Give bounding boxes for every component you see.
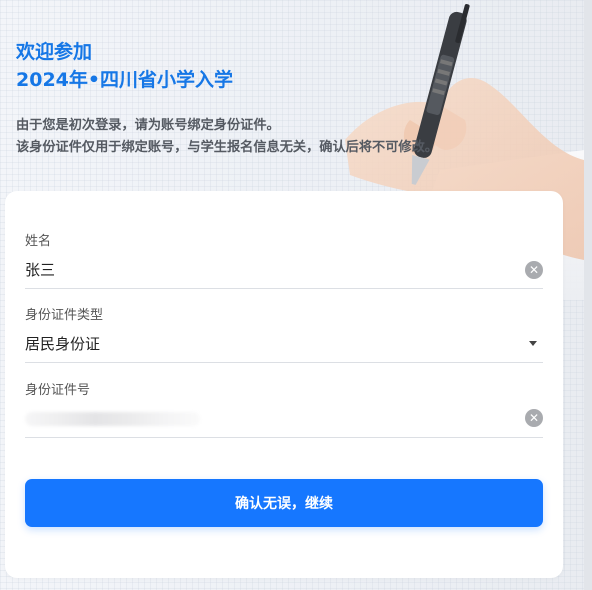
- intro-text: 由于您是初次登录，请为账号绑定身份证件。 该身份证件仅用于绑定账号，与学生报名信…: [16, 115, 438, 159]
- caret-down-icon[interactable]: [529, 341, 537, 346]
- intro-line-1: 由于您是初次登录，请为账号绑定身份证件。: [16, 118, 280, 133]
- id-type-value[interactable]: 居民身份证: [25, 334, 100, 354]
- title-line-2: 2024年•四川省小学入学: [16, 69, 234, 91]
- binding-form-card: 姓名 张三 ✕ 身份证件类型 居民身份证 身份证件号 ✕ 确认无误，继续: [5, 191, 563, 578]
- name-input[interactable]: 张三: [25, 260, 55, 280]
- clear-icon[interactable]: ✕: [525, 261, 543, 279]
- page-title: 欢迎参加 2024年•四川省小学入学: [16, 38, 233, 94]
- page-edge: [584, 0, 592, 590]
- id-type-select[interactable]: 身份证件类型 居民身份证: [25, 307, 543, 363]
- id-number-input-masked[interactable]: [25, 412, 200, 426]
- id-number-field[interactable]: 身份证件号 ✕: [25, 382, 543, 438]
- confirm-continue-button[interactable]: 确认无误，继续: [25, 479, 543, 527]
- id-type-label: 身份证件类型: [25, 308, 104, 323]
- title-line-1: 欢迎参加: [16, 41, 93, 63]
- intro-line-2: 该身份证件仅用于绑定账号，与学生报名信息无关，确认后将不可修改。: [16, 140, 438, 155]
- name-field[interactable]: 姓名 张三 ✕: [25, 233, 543, 289]
- id-number-label: 身份证件号: [25, 383, 91, 398]
- clear-icon[interactable]: ✕: [525, 409, 543, 427]
- name-label: 姓名: [25, 234, 52, 249]
